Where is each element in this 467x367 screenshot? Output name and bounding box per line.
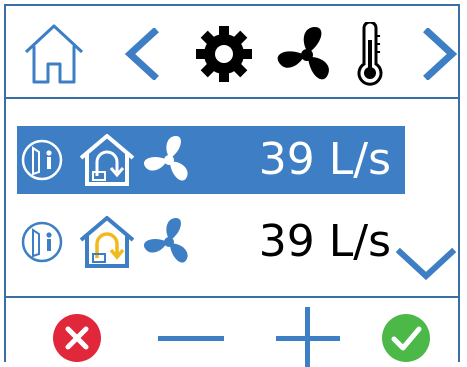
airflow-value: 39 L/s xyxy=(258,216,391,267)
header-divider xyxy=(4,97,460,99)
footer-divider xyxy=(4,296,460,298)
fan-icon[interactable] xyxy=(276,24,338,86)
fan-icon xyxy=(143,134,195,186)
airflow-value: 39 L/s xyxy=(258,134,391,185)
chevron-left-icon[interactable] xyxy=(120,28,162,80)
minus-icon[interactable] xyxy=(158,336,224,342)
airflow-row-1[interactable]: 39 L/s xyxy=(17,126,405,194)
house-return-air-icon xyxy=(77,214,137,270)
confirm-icon[interactable] xyxy=(381,313,431,363)
door-person-icon xyxy=(21,138,63,182)
thermometer-icon[interactable] xyxy=(354,22,386,88)
airflow-row-2[interactable]: 39 L/s xyxy=(17,208,405,276)
cancel-icon[interactable] xyxy=(52,313,102,363)
home-icon[interactable] xyxy=(22,20,86,86)
chevron-down-icon[interactable] xyxy=(394,246,458,282)
fan-icon xyxy=(143,216,195,268)
door-person-icon xyxy=(21,220,63,264)
chevron-right-icon[interactable] xyxy=(420,28,462,80)
plus-icon[interactable] xyxy=(276,307,340,367)
gear-icon[interactable] xyxy=(194,24,254,84)
house-return-air-icon xyxy=(77,132,137,188)
